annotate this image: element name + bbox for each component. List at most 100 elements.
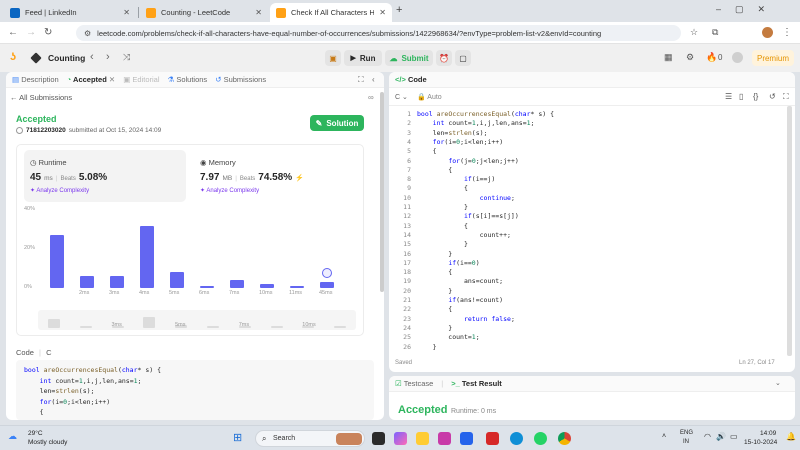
tab-code[interactable]: </> Code bbox=[395, 75, 427, 84]
mcafee-icon[interactable] bbox=[486, 432, 499, 445]
chart-bar[interactable] bbox=[290, 286, 304, 288]
back-arrow-icon[interactable]: ← bbox=[8, 27, 18, 38]
profile-avatar[interactable] bbox=[762, 27, 773, 38]
code-line[interactable]: } bbox=[417, 240, 468, 249]
battery-icon[interactable]: ▭ bbox=[730, 432, 738, 441]
chart-bar[interactable] bbox=[80, 276, 94, 288]
clock-time[interactable]: 14:09 bbox=[760, 430, 776, 437]
tab-accepted[interactable]: ◔ Accepted ✕ bbox=[67, 75, 116, 84]
close-icon[interactable]: ✕ bbox=[123, 8, 130, 17]
leetcode-logo-icon[interactable]: ʖ bbox=[10, 51, 21, 64]
layout-icon[interactable]: ▦ bbox=[664, 52, 673, 63]
chart-bar[interactable] bbox=[50, 235, 64, 288]
chrome-icon[interactable] bbox=[558, 432, 571, 445]
app-icon[interactable] bbox=[460, 432, 473, 445]
solution-button[interactable]: ✎ Solution bbox=[310, 115, 364, 131]
left-scrollbar[interactable] bbox=[380, 92, 384, 292]
analyze-complexity-link[interactable]: ✦ Analyze Complexity bbox=[30, 187, 89, 194]
close-icon[interactable]: ✕ bbox=[379, 8, 386, 17]
tab-editorial[interactable]: ▣ Editorial bbox=[123, 75, 159, 84]
weather-icon[interactable]: ☁ bbox=[8, 431, 17, 442]
reset-icon[interactable]: ↺ bbox=[769, 92, 776, 101]
code-line[interactable]: return false; bbox=[417, 315, 515, 324]
new-tab-button[interactable]: + bbox=[396, 4, 402, 16]
code-line[interactable]: for(i=0;i<len;i++) bbox=[417, 138, 503, 147]
edge-icon[interactable] bbox=[510, 432, 523, 445]
language-select[interactable]: C ⌄ bbox=[395, 93, 408, 101]
premium-button[interactable]: Premium bbox=[752, 50, 794, 66]
volume-icon[interactable]: 🔊 bbox=[716, 432, 726, 441]
notification-bell-icon[interactable]: 🔔 bbox=[786, 432, 796, 441]
taskbar-search[interactable]: ⌕ Search bbox=[255, 430, 365, 447]
user-avatar[interactable] bbox=[732, 52, 743, 63]
code-line[interactable]: for(j=0;j<len;j++) bbox=[417, 157, 518, 166]
browser-menu-icon[interactable]: ⋮ bbox=[782, 27, 792, 38]
tray-chevron-icon[interactable]: ˄ bbox=[662, 433, 666, 440]
tab-solutions[interactable]: ⚗ Solutions bbox=[168, 75, 208, 84]
share-link-icon[interactable]: ∞ bbox=[368, 93, 374, 102]
code-line[interactable]: if(ans!=count) bbox=[417, 296, 503, 305]
input-language[interactable]: ENG bbox=[680, 430, 693, 436]
browser-tab-problem[interactable]: Check If All Characters Have Eq ✕ bbox=[270, 3, 392, 22]
bookmark-star-icon[interactable]: ☆ bbox=[690, 27, 698, 38]
next-problem-icon[interactable]: › bbox=[106, 51, 110, 63]
collapse-icon[interactable]: ‹ bbox=[372, 75, 375, 84]
code-line[interactable]: } bbox=[417, 287, 452, 296]
code-line[interactable]: { bbox=[417, 305, 452, 314]
submit-button[interactable]: ☁ Submit bbox=[385, 50, 433, 66]
code-editor[interactable]: 1 bool areOccurrencesEqual(char* s) {2 in… bbox=[389, 110, 789, 352]
editor-scrollbar[interactable] bbox=[787, 106, 792, 356]
code-line[interactable]: int count=1,i,j,len,ans=1; bbox=[417, 119, 535, 128]
tab-description[interactable]: ▤ Description bbox=[12, 75, 59, 84]
site-info-icon[interactable]: ⚙ bbox=[84, 29, 91, 38]
chart-bar[interactable] bbox=[260, 284, 274, 288]
extensions-icon[interactable]: ⧉ bbox=[712, 27, 718, 38]
tab-testcase[interactable]: ☑ Testcase bbox=[395, 379, 433, 388]
forward-arrow-icon[interactable]: → bbox=[26, 27, 36, 38]
code-line[interactable]: count++; bbox=[417, 231, 511, 240]
collapse-panel-icon[interactable]: ⌄ bbox=[775, 379, 781, 387]
submission-user[interactable]: 71812203020 bbox=[26, 127, 66, 134]
prev-problem-icon[interactable]: ‹ bbox=[90, 51, 94, 63]
windows-start-icon[interactable]: ⊞ bbox=[233, 431, 242, 444]
memory-card[interactable]: ◉ Memory 7.97 MB | Beats 74.58% ⚡ ✦ Anal… bbox=[194, 150, 356, 202]
task-view-icon[interactable] bbox=[372, 432, 385, 445]
debug-button[interactable]: ▣ bbox=[325, 50, 341, 66]
code-line[interactable]: { bbox=[417, 184, 468, 193]
tab-submissions[interactable]: ↺ Submissions bbox=[215, 75, 266, 84]
reload-icon[interactable]: ↻ bbox=[44, 27, 52, 38]
bookmark-icon[interactable]: ▯ bbox=[739, 92, 743, 101]
window-controls[interactable]: –▢✕ bbox=[716, 4, 779, 15]
chart-bar[interactable] bbox=[170, 272, 184, 288]
browser-tab-counting[interactable]: Counting - LeetCode ✕ bbox=[140, 3, 268, 22]
chart-bar[interactable] bbox=[110, 276, 124, 288]
code-line[interactable]: ans=count; bbox=[417, 277, 503, 286]
timer-button[interactable]: ⏰ bbox=[436, 50, 452, 66]
code-line[interactable]: } bbox=[417, 324, 452, 333]
code-line[interactable]: { bbox=[417, 222, 468, 231]
settings-gear-icon[interactable]: ⚙ bbox=[686, 52, 694, 63]
code-line[interactable]: { bbox=[417, 268, 452, 277]
chart-bar[interactable] bbox=[200, 286, 214, 288]
chart-bar[interactable] bbox=[230, 280, 244, 288]
auto-mode[interactable]: 🔒 Auto bbox=[417, 93, 442, 101]
braces-icon[interactable]: {} bbox=[753, 92, 758, 101]
app-icon[interactable] bbox=[438, 432, 451, 445]
expand-icon[interactable]: ⛶ bbox=[358, 75, 364, 85]
code-line[interactable]: { bbox=[417, 166, 452, 175]
close-icon[interactable]: ✕ bbox=[255, 8, 262, 17]
code-line[interactable]: if(i==0) bbox=[417, 259, 479, 268]
wifi-icon[interactable]: ◠ bbox=[704, 432, 711, 441]
chart-range-minimap[interactable]: 3ms 5ms 7ms 10ms bbox=[38, 310, 356, 330]
code-line[interactable]: } bbox=[417, 343, 437, 352]
all-submissions-link[interactable]: ← All Submissions bbox=[10, 93, 72, 102]
code-line[interactable]: count=1; bbox=[417, 333, 479, 342]
code-line[interactable]: } bbox=[417, 203, 468, 212]
analyze-complexity-link[interactable]: ✦ Analyze Complexity bbox=[200, 187, 259, 194]
code-line[interactable]: if(s[i]==s[j]) bbox=[417, 212, 519, 221]
close-icon[interactable]: ✕ bbox=[109, 75, 115, 84]
url-bar[interactable]: ⚙ leetcode.com/problems/check-if-all-cha… bbox=[76, 25, 681, 41]
shuffle-icon[interactable]: ⤨ bbox=[123, 52, 130, 63]
code-line[interactable]: len=strlen(s); bbox=[417, 129, 488, 138]
run-button[interactable]: ▶ Run bbox=[344, 50, 382, 66]
